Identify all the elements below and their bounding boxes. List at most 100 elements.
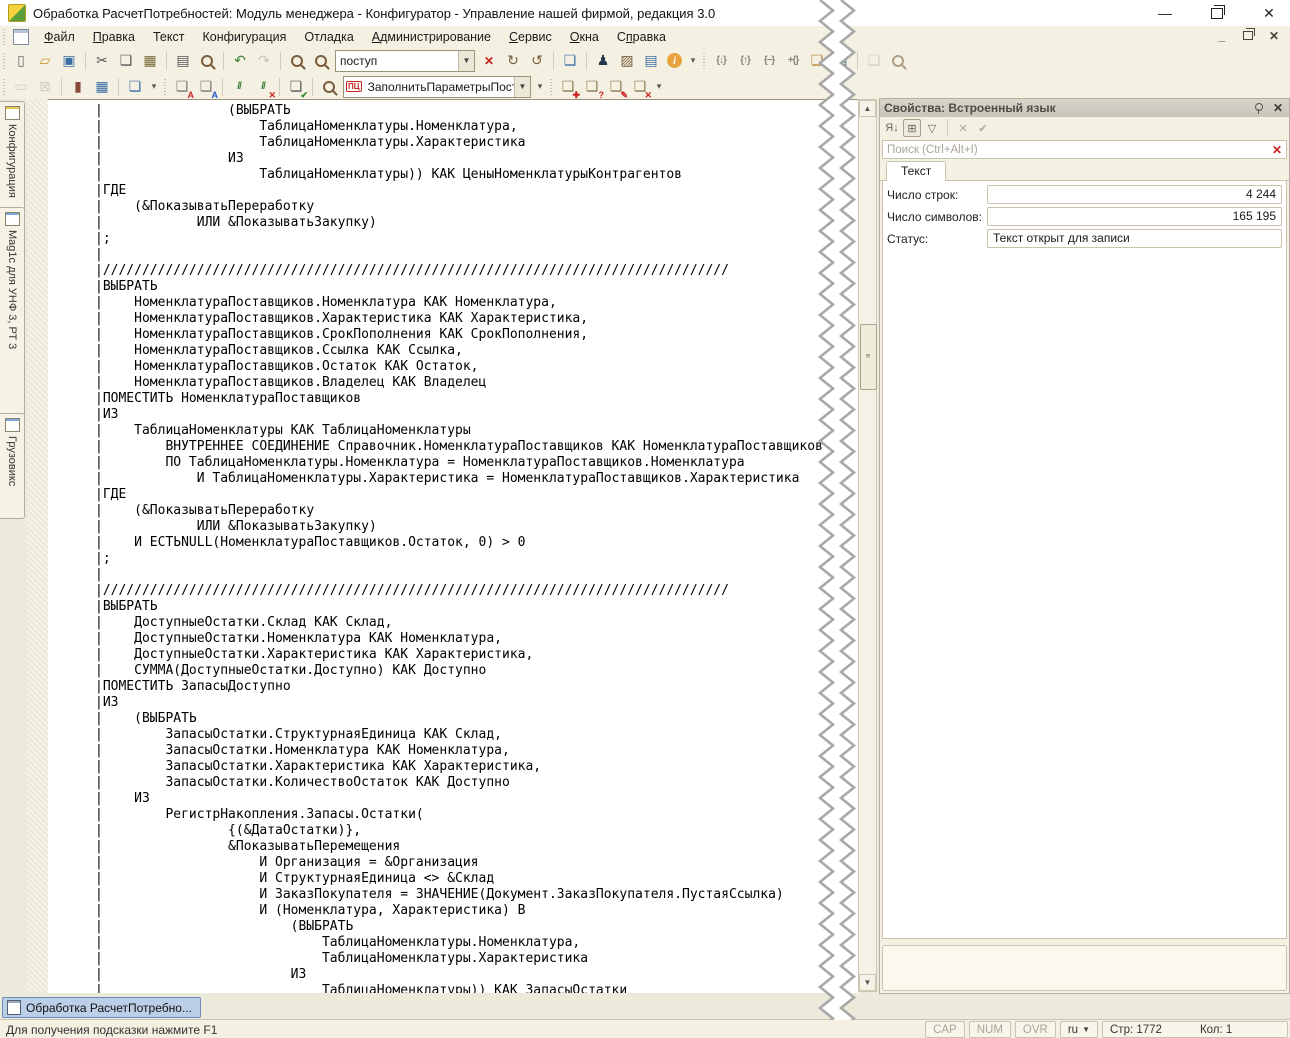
templates-button[interactable]: ▨ [616,50,638,72]
print-preview-button[interactable] [196,50,218,72]
code-line: | И ЕСТЬNULL(НоменклатураПоставщиков.Ост… [95,535,823,551]
print-button[interactable]: ▤ [172,50,194,72]
menu-edit[interactable]: Правка [84,28,144,46]
check-module-button[interactable]: ❏✔ [285,76,307,98]
menu-help[interactable]: Справка [608,28,675,46]
procedure-combo-caret[interactable]: ▾ [534,76,546,98]
procedure-dropdown-button[interactable]: ▼ [514,77,530,97]
expand-blocks-button[interactable]: +{} [782,50,804,72]
procedure-combobox[interactable]: ПЦ ЗаполнитьПараметрыПоступле ▼ [343,76,531,98]
search-dropdown-button[interactable]: ▼ [458,51,474,71]
code-line: |ВЫБРАТЬ [95,599,823,615]
format-block-alt-button[interactable]: ❏A [195,76,217,98]
goto-procedure-button[interactable] [318,76,340,98]
sidebar-tab-configuration[interactable]: Конфигурация [0,101,25,211]
cut-button[interactable]: ✂ [91,50,113,72]
editor-vertical-scrollbar[interactable]: ▲ ▼ [858,99,877,992]
find-window-disabled-button [887,50,909,72]
separator [280,52,281,70]
new-file-button[interactable]: ▯ [10,50,32,72]
syntax-assistant-button[interactable]: ♟ [592,50,614,72]
goto-previous-procedure-button[interactable]: {↑} [734,50,756,72]
remove-comment-button[interactable]: //✕ [252,76,274,98]
separator [702,53,707,69]
procedure-value[interactable]: ЗаполнитьПараметрыПоступле [364,80,514,94]
bookmark-add-button[interactable]: ❏✚ [557,76,579,98]
scroll-down-button[interactable]: ▼ [859,974,876,991]
language-selector[interactable]: ru ▼ [1060,1021,1098,1038]
categories-icon[interactable]: ⊞ [903,119,921,137]
bookmarks-overflow-caret[interactable]: ▾ [653,76,665,98]
close-button[interactable]: ✕ [1258,3,1280,23]
bookmark-edit-button[interactable]: ❏✎ [605,76,627,98]
module-text-button[interactable]: ▤ [640,50,662,72]
pin-icon[interactable] [1253,103,1263,113]
menu-text[interactable]: Текст [144,28,193,46]
module-switch-button[interactable]: ❏ [124,76,146,98]
code-line: | ТаблицаНоменклатуры КАК ТаблицаНоменкл… [95,423,823,439]
separator [586,52,587,70]
format-block-button[interactable]: ❏A [171,76,193,98]
procedures-list-button[interactable]: ▤ [830,50,852,72]
search-combobox[interactable]: поступ ▼ [335,50,475,72]
open-file-button[interactable]: ▱ [34,50,56,72]
module-code[interactable]: | (ВЫБРАТЬ| ТаблицаНоменклатуры.Номенкла… [95,103,823,993]
properties-search[interactable]: Поиск (Ctrl+Alt+I) ✕ [882,140,1287,159]
sort-icon[interactable]: Я↓ [883,119,901,137]
scroll-up-button[interactable]: ▲ [859,100,876,117]
minimize-button[interactable]: — [1154,3,1176,23]
sidebar-tab-gruzoviks[interactable]: Грузовикс [0,413,25,519]
status-value: Текст открыт для записи [987,229,1282,248]
tab-text[interactable]: Текст [886,161,946,181]
menu-configuration[interactable]: Конфигурация [193,28,295,46]
menu-file[interactable]: Файл [35,28,84,46]
toolbar-overflow-caret[interactable]: ▾ [687,50,699,72]
copy-fragment-button[interactable]: ❏ [559,50,581,72]
magnifier-icon [315,55,327,67]
find-button[interactable] [310,50,332,72]
undo-button[interactable]: ↶ [229,50,251,72]
find-in-files-button[interactable] [286,50,308,72]
child-restore-button[interactable] [1240,28,1256,43]
child-window-icon[interactable] [13,29,29,45]
goto-next-procedure-button[interactable]: {↓} [710,50,732,72]
paste-button[interactable]: ▦ [139,50,161,72]
find-next-button[interactable]: ↻ [502,50,524,72]
properties-search-clear[interactable]: ✕ [1268,143,1286,157]
sidebar-tab-mag1c[interactable]: Mag1c для УНФ 3, РТ 3 [0,207,25,417]
form-table-button[interactable]: ▦ [91,76,113,98]
restore-button[interactable] [1206,3,1228,23]
child-close-button[interactable]: ✕ [1266,28,1282,43]
menu-windows[interactable]: Окна [561,28,608,46]
filter-icon[interactable]: ▽ [923,119,941,137]
separator [857,52,858,70]
module-editor[interactable]: | (ВЫБРАТЬ| ТаблицаНоменклатуры.Номенкла… [48,99,858,993]
save-file-button[interactable]: ▣ [58,50,80,72]
find-previous-button[interactable]: ↺ [526,50,548,72]
bookmark-delete-button[interactable]: ❏✕ [629,76,651,98]
module-switch-caret[interactable]: ▾ [148,76,160,98]
search-input[interactable]: поступ [336,54,458,68]
collapse-blocks-button[interactable]: {−} [758,50,780,72]
code-line: | (ВЫБРАТЬ [95,103,823,119]
scrollbar-thumb[interactable] [860,324,877,390]
copy-button[interactable]: ❏ [115,50,137,72]
title-bar: Обработка РасчетПотребностей: Модуль мен… [0,0,1290,27]
menu-service[interactable]: Сервис [500,28,561,46]
code-line: | ТаблицаНоменклатуры.Характеристика [95,135,823,151]
separator [222,78,223,96]
window-tab-raschet[interactable]: Обработка РасчетПотребно... [2,997,201,1018]
bookmark-question-button[interactable]: ❏? [581,76,603,98]
child-minimize-button[interactable]: _ [1214,28,1230,43]
property-row: Число символов: 165 195 [887,207,1282,226]
property-row: Число строк: 4 244 [887,185,1282,204]
data-structure-button[interactable]: ▮ [67,76,89,98]
menu-debug[interactable]: Отладка [295,28,362,46]
add-comment-button[interactable]: // [228,76,250,98]
menu-administration[interactable]: Администрирование [363,28,500,46]
clear-search-button[interactable]: ✕ [478,50,500,72]
properties-close-button[interactable]: ✕ [1273,101,1283,115]
goto-definition-button[interactable]: ❏ [806,50,828,72]
info-button[interactable]: i [667,53,682,68]
window-title: Обработка РасчетПотребностей: Модуль мен… [33,6,715,21]
